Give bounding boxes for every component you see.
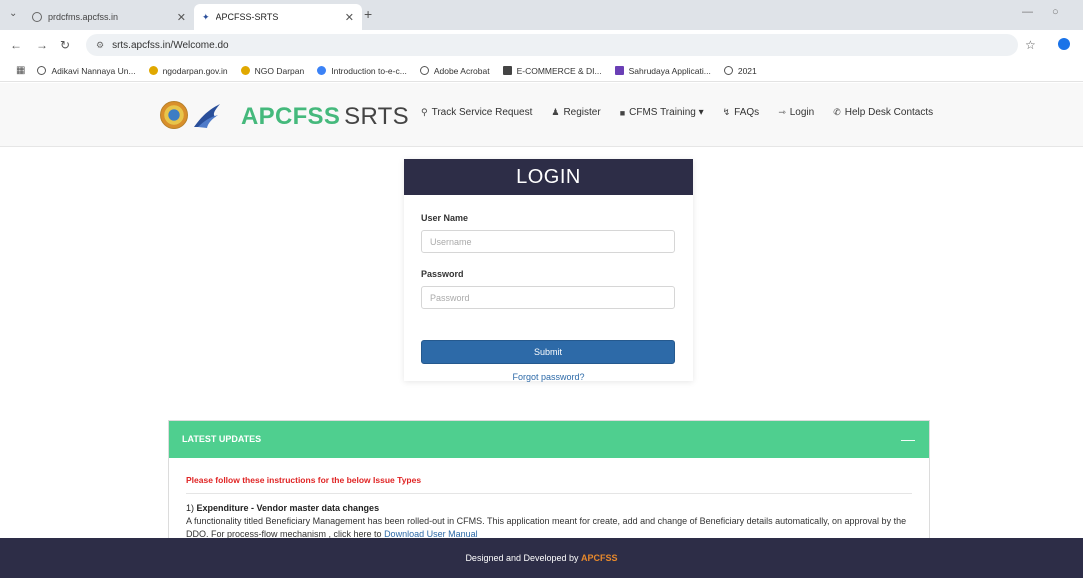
bookmark-label: Adikavi Nannaya Un... <box>51 65 136 76</box>
brand-srts: SRTS <box>344 103 409 130</box>
nav-label: FAQs <box>734 107 760 118</box>
bookmark-item[interactable]: ngodarpan.gov.in <box>148 65 228 76</box>
bookmark-label: NGO Darpan <box>254 65 305 76</box>
nav-label: Register <box>563 107 601 118</box>
nav-label: Help Desk Contacts <box>844 107 934 118</box>
nav-help-desk-contacts[interactable]: ✆ Help Desk Contacts <box>833 107 933 118</box>
login-panel: LOGIN User Name Password Submit Forgot p… <box>404 159 693 382</box>
tab-search-chevron-icon[interactable]: ⌄ <box>9 8 17 19</box>
restore-icon[interactable]: ○ <box>1052 6 1059 18</box>
site-footer: Designed and Developed by APCFSS <box>0 538 1083 578</box>
latest-updates-title: LATEST UPDATES <box>182 434 262 444</box>
bookmark-item[interactable]: Sahrudaya Applicati... <box>614 65 711 76</box>
update-item-number: 1) <box>186 503 197 513</box>
feather-logo-icon: ✦ <box>202 11 210 22</box>
nav-label: Track Service Request <box>431 107 533 118</box>
sun-icon <box>148 66 158 75</box>
apps-grid-icon[interactable]: ▦ <box>16 65 25 76</box>
bookmark-item[interactable]: Adobe Acrobat <box>419 65 490 76</box>
nav-faqs[interactable]: ↯ FAQs <box>723 107 760 118</box>
bookmark-item[interactable]: Introduction to-e-c... <box>317 66 407 76</box>
bookmark-label: Adobe Acrobat <box>433 65 490 76</box>
tab-title: APCFSS-SRTS <box>215 12 279 22</box>
nav-track-service-request[interactable]: ⚲ Track Service Request <box>421 107 532 118</box>
url-text: srts.apcfss.in/Welcome.do <box>112 39 229 51</box>
nav-register[interactable]: ♟ Register <box>551 107 600 118</box>
footer-brand: APCFSS <box>581 553 618 563</box>
nav-label: CFMS Training ▾ <box>629 107 704 118</box>
update-item-body: A functionality titled Beneficiary Manag… <box>186 516 907 539</box>
bookmarks-bar: ▦ Adikavi Nannaya Un... ngodarpan.gov.in… <box>0 60 1083 82</box>
globe-icon <box>37 66 47 75</box>
collapse-icon[interactable]: — <box>901 421 915 458</box>
browser-tab-apcfss-srts[interactable]: ✦ APCFSS-SRTS ✕ <box>194 4 362 30</box>
bookmark-label: E-COMMERCE & DI... <box>516 65 602 76</box>
globe-icon <box>723 66 733 75</box>
sign-in-icon: ⇾ <box>778 107 786 117</box>
web-page: APCFSS SRTS ⚲ Track Service Request ♟ Regis… <box>0 83 1083 578</box>
site-settings-icon[interactable]: ⚙ <box>96 40 104 51</box>
search-icon: ⚲ <box>421 107 428 117</box>
nav-cfms-training[interactable]: ■ CFMS Training ▾ <box>620 107 704 118</box>
site-brand[interactable]: APCFSS SRTS <box>241 103 409 131</box>
browser-tab-bar: ⌄ prdcfms.apcfss.in ✕ ✦ APCFSS-SRTS ✕ + … <box>0 0 1083 30</box>
reload-icon[interactable]: ↻ <box>60 38 70 52</box>
sun-icon <box>240 66 250 75</box>
username-label: User Name <box>421 213 469 223</box>
bookmark-label: ngodarpan.gov.in <box>162 65 228 76</box>
bookmark-label: 2021 <box>737 65 757 76</box>
bookmark-star-icon[interactable]: ☆ <box>1025 38 1036 52</box>
ap-emblem-logo <box>160 101 188 129</box>
back-arrow-icon[interactable]: ← <box>10 38 22 52</box>
username-input[interactable] <box>421 230 675 253</box>
bookmark-item[interactable]: Adikavi Nannaya Un... <box>37 65 136 76</box>
url-field[interactable]: ⚙ srts.apcfss.in/Welcome.do <box>86 34 1018 56</box>
video-icon: ■ <box>619 107 626 118</box>
update-item-title: 1) Expenditure - Vendor master data chan… <box>186 503 912 513</box>
latest-updates-header[interactable]: LATEST UPDATES — <box>169 421 929 458</box>
site-header: APCFSS SRTS ⚲ Track Service Request ♟ Regis… <box>0 83 1083 147</box>
nav-login[interactable]: ⇾ Login <box>778 107 814 118</box>
close-tab-icon[interactable]: ✕ <box>345 11 354 24</box>
submit-button[interactable]: Submit <box>421 340 675 364</box>
brand-apcfss: APCFSS <box>241 103 341 130</box>
phone-icon: ✆ <box>833 107 841 117</box>
bookmark-label: Sahrudaya Applicati... <box>628 65 711 76</box>
update-item-heading: Expenditure - Vendor master data changes <box>196 503 380 513</box>
browser-address-bar: ← → ↻ ⚙ srts.apcfss.in/Welcome.do ☆ <box>0 30 1083 60</box>
footer-text: Designed and Developed by <box>465 553 582 563</box>
globe-icon <box>32 12 42 22</box>
password-input[interactable] <box>421 286 675 309</box>
password-label: Password <box>421 269 464 279</box>
bookmark-label: Introduction to-e-c... <box>331 65 407 76</box>
bookmark-item[interactable]: E-COMMERCE & DI... <box>502 65 602 76</box>
login-title: LOGIN <box>404 159 693 195</box>
profile-avatar-icon[interactable] <box>1058 38 1070 50</box>
forgot-password-link[interactable]: Forgot password? <box>421 372 676 382</box>
bookmark-item[interactable]: NGO Darpan <box>240 65 305 76</box>
user-plus-icon: ♟ <box>551 107 560 117</box>
nav-label: Login <box>789 107 815 118</box>
bookmark-item[interactable]: 2021 <box>723 65 757 76</box>
main-nav: ⚲ Track Service Request ♟ Register ■ CFMS T… <box>421 107 952 118</box>
minimize-icon[interactable]: — <box>1022 6 1033 18</box>
browser-tab-prdcfms[interactable]: prdcfms.apcfss.in ✕ <box>24 4 194 30</box>
bolt-icon: ↯ <box>722 107 731 117</box>
drop-icon <box>317 66 327 75</box>
app-icon <box>614 66 624 75</box>
tab-title: prdcfms.apcfss.in <box>48 12 119 22</box>
book-icon <box>502 66 512 75</box>
instructions-warning: Please follow these instructions for the… <box>186 475 912 494</box>
globe-icon <box>419 66 429 75</box>
forward-arrow-icon[interactable]: → <box>36 38 48 52</box>
new-tab-button[interactable]: + <box>364 6 372 22</box>
close-tab-icon[interactable]: ✕ <box>177 11 186 24</box>
apcfss-bird-logo <box>194 104 220 128</box>
